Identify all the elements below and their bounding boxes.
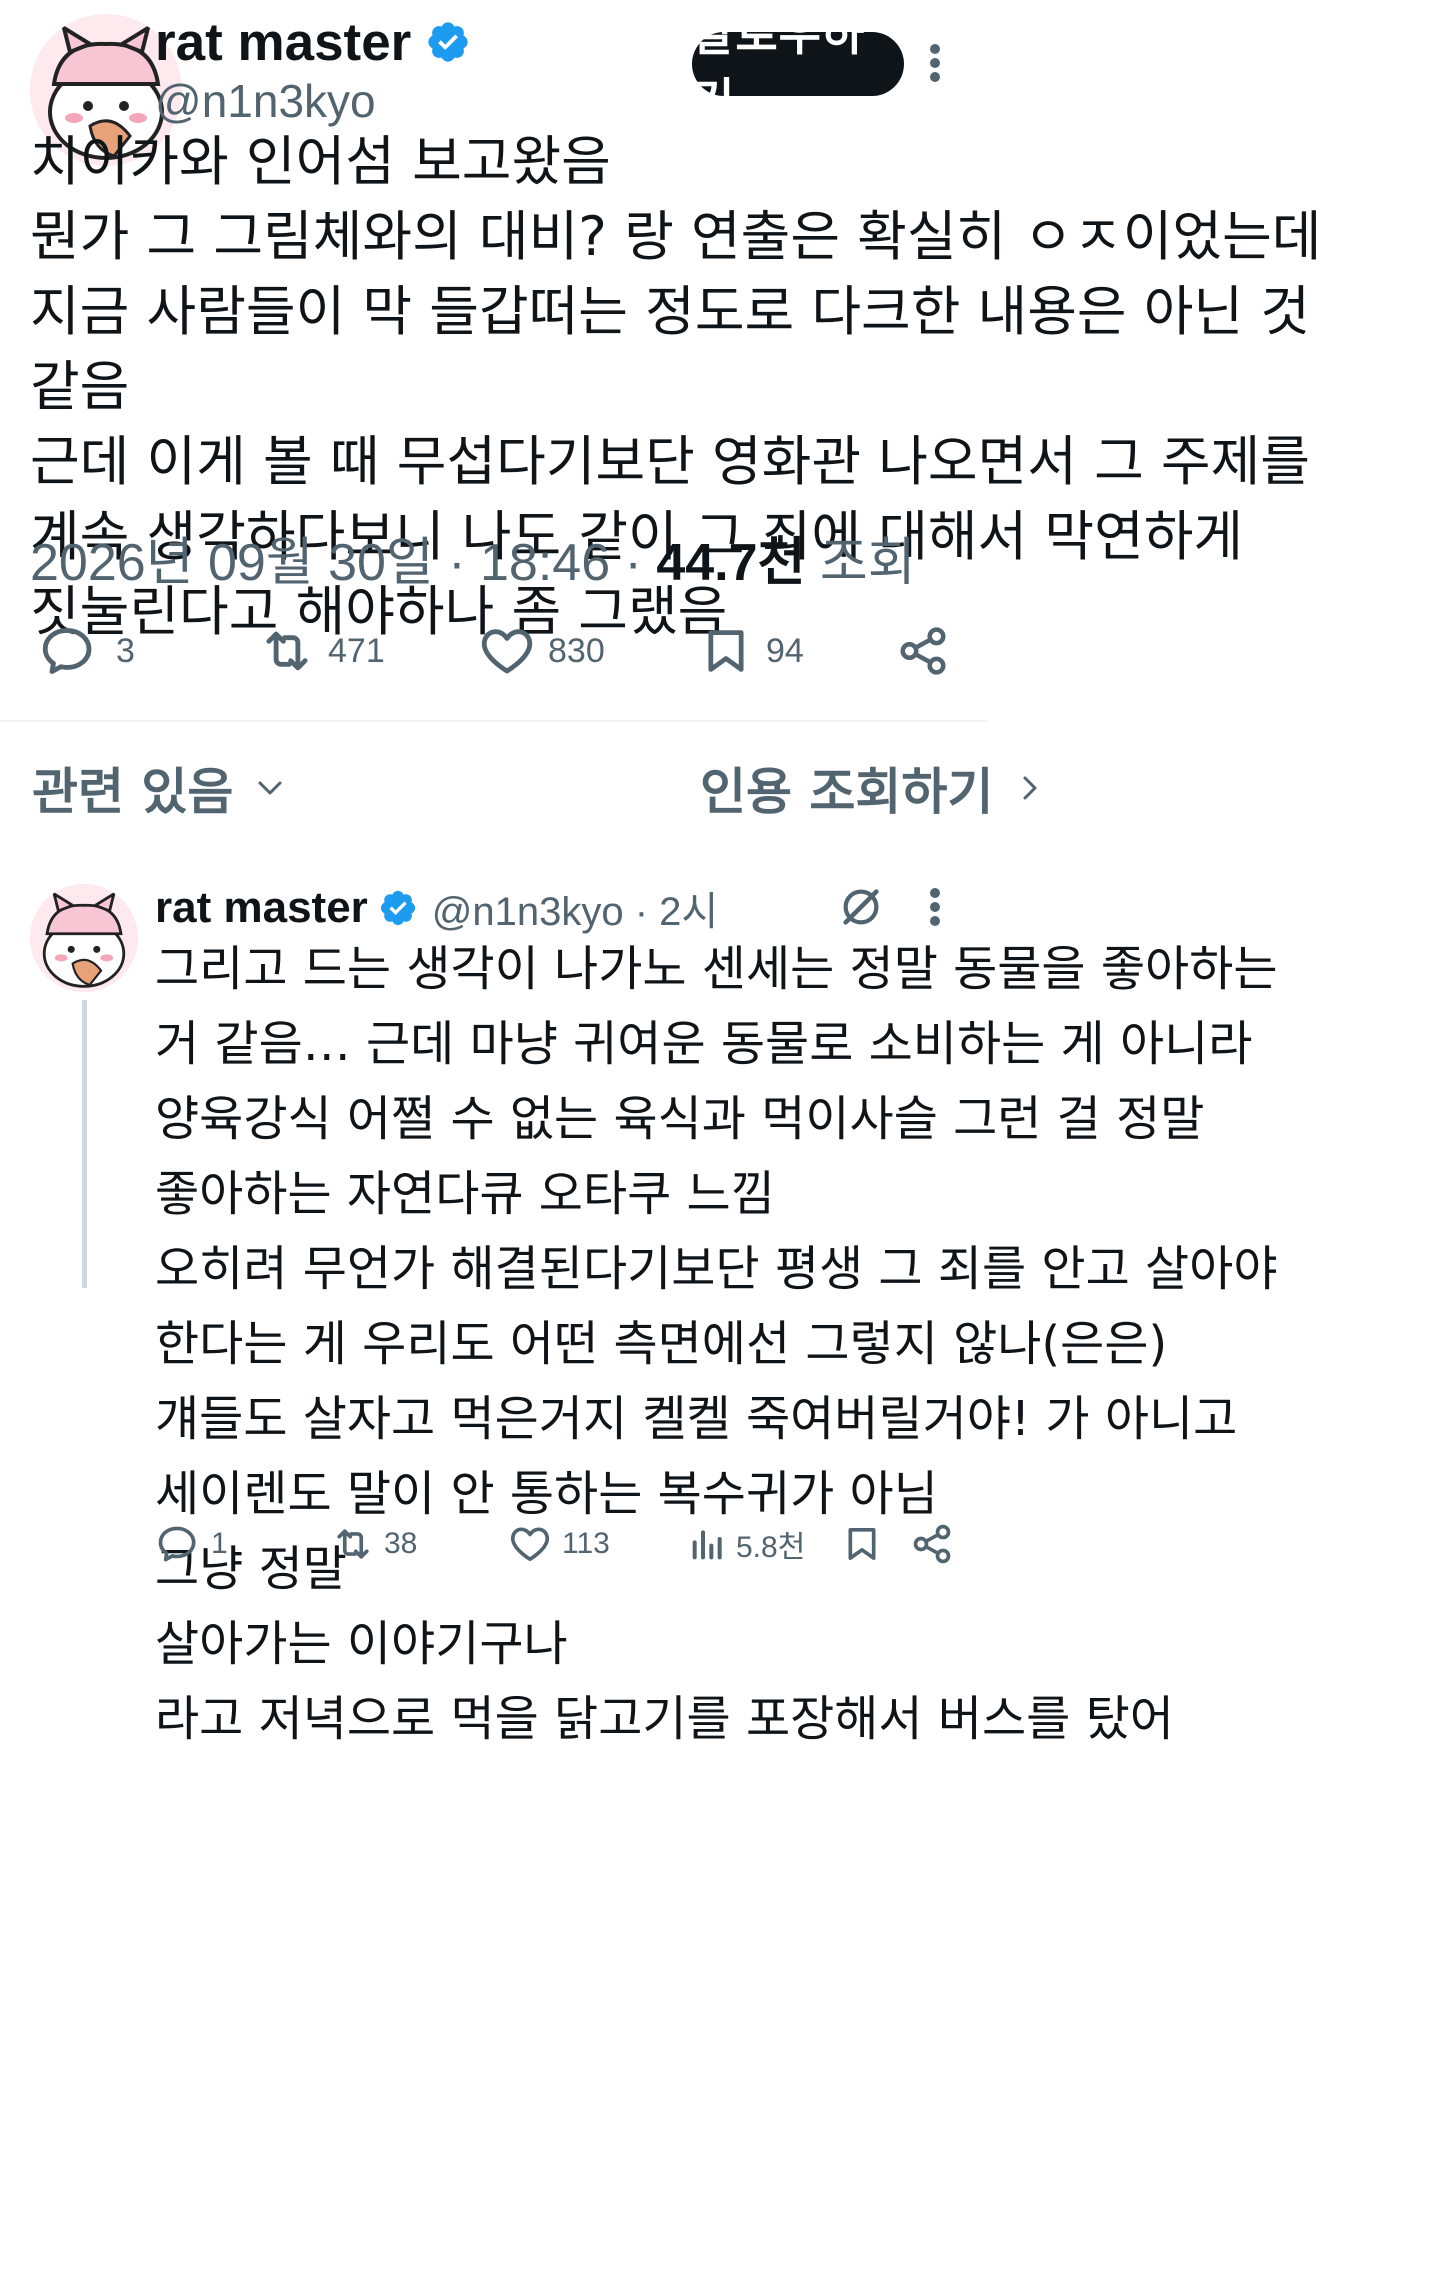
chevron-right-icon (1023, 776, 1037, 800)
tweet-text-line: 뭔가 그 그림체와의 대비? 랑 연출은 확실히 ㅇㅈ이었는데 (30, 205, 1322, 268)
views-count: 44.7천 (656, 534, 806, 592)
reply-author-avatar[interactable] (30, 884, 138, 992)
like-icon (510, 1527, 550, 1562)
author-handle[interactable]: @n1n3kyo (155, 74, 376, 128)
reply-text: 그리고 드는 생각이 나가노 센세는 정말 동물을 좋아하는 거 같음… 근데 … (155, 932, 1278, 1757)
reply-repost-button[interactable]: 38 (330, 1516, 417, 1572)
reply-like-count: 113 (562, 1527, 610, 1560)
related-label: 관련 있음 (32, 763, 234, 821)
reply-text-line: 거 같음… 근데 마냥 귀여운 동물로 소비하는 게 아니라 (155, 1016, 1253, 1072)
timestamp[interactable]: 2026년 09월 30일 · 18:46 · (30, 534, 642, 592)
reply-repost-count: 38 (384, 1527, 418, 1560)
tweet-meta: 2026년 09월 30일 · 18:46 · 44.7천 조회 (30, 520, 916, 595)
reply-views-count: 5.8천 (736, 1531, 806, 1564)
bookmark-count: 94 (766, 631, 804, 670)
share-button[interactable] (896, 620, 950, 682)
reply-header: rat master @n1n3kyo · 2시 (155, 884, 718, 935)
view-quotes-link[interactable]: 인용 조회하기 (700, 760, 1045, 821)
verified-badge-icon (380, 890, 415, 926)
tweet-text-line: 치이카와 인어섬 보고왔음 (30, 130, 611, 193)
bookmark-button[interactable]: 94 (700, 616, 804, 686)
author-name[interactable]: rat master (155, 16, 471, 69)
bookmark-icon (848, 1528, 876, 1560)
more-icon[interactable] (928, 44, 942, 82)
repost-icon (337, 1529, 369, 1559)
reply-more-icon[interactable] (928, 888, 942, 926)
reply-text-line: 걔들도 살자고 먹은거지 켈켈 죽여버릴거야! 가 아니고 (155, 1391, 1238, 1447)
thread-line (82, 1000, 87, 1288)
divider (0, 720, 987, 722)
reply-icon (42, 628, 92, 674)
avatar-image (30, 884, 138, 992)
tweet-text-line: 같음 (30, 355, 130, 418)
related-toggle[interactable]: 관련 있음 (32, 760, 285, 821)
reply-reply-count: 1 (211, 1527, 228, 1560)
views-icon (692, 1530, 722, 1560)
author-name-text[interactable]: rat master (155, 16, 411, 69)
reply-button[interactable]: 3 (38, 616, 135, 686)
reply-bookmark-button[interactable] (842, 1516, 882, 1572)
reply-handle-time[interactable]: @n1n3kyo · 2시 (432, 879, 718, 937)
reply-text-line: 오히려 무언가 해결된다기보단 평생 그 죄를 안고 살아야 (155, 1241, 1278, 1297)
view-quotes-label: 인용 조회하기 (700, 763, 994, 821)
follow-button[interactable]: 팔로우하기 (692, 7, 904, 127)
reply-text-line: 살아가는 이야기구나 (155, 1616, 568, 1672)
reply-text-line: 한다는 게 우리도 어떤 측면에선 그렇지 않나(은은) (155, 1316, 1168, 1372)
reply-text-line: 그리고 드는 생각이 나가노 센세는 정말 동물을 좋아하는 (155, 941, 1278, 997)
tweet-text-line: 지금 사람들이 막 들갑떠는 정도로 다크한 내용은 아닌 것 (30, 280, 1310, 343)
reply-count: 3 (116, 631, 135, 670)
tweet-text-line: 근데 이게 볼 때 무섭다기보단 영화관 나오면서 그 주제를 (30, 430, 1310, 493)
share-icon (913, 1524, 951, 1564)
repost-button[interactable]: 471 (256, 616, 385, 686)
reply-icon (158, 1526, 196, 1562)
bookmark-icon (708, 630, 744, 672)
reply-text-line: 양육강식 어쩔 수 없는 육식과 먹이사슬 그런 걸 정말 (155, 1091, 1205, 1147)
share-icon (900, 627, 946, 675)
reply-like-button[interactable]: 113 (508, 1516, 610, 1572)
like-button[interactable]: 830 (478, 616, 605, 686)
reply-reply-button[interactable]: 1 (155, 1516, 228, 1572)
like-count: 830 (548, 631, 605, 670)
repost-count: 471 (328, 631, 385, 670)
verified-badge-icon (428, 22, 468, 62)
like-icon (481, 629, 533, 674)
reply-share-button[interactable] (910, 1516, 954, 1572)
chevron-down-icon (258, 781, 282, 795)
reply-author-name[interactable]: rat master (155, 886, 368, 930)
repost-icon (266, 631, 308, 671)
reply-text-line: 좋아하는 자연다큐 오타쿠 느낌 (155, 1166, 775, 1222)
reply-views-button[interactable]: 5.8천 (688, 1516, 805, 1572)
reply-text-line: 라고 저녁으로 먹을 닭고기를 포장해서 버스를 탔어 (155, 1691, 1174, 1747)
views-label: 조회 (819, 534, 916, 592)
grok-icon[interactable] (838, 884, 884, 930)
